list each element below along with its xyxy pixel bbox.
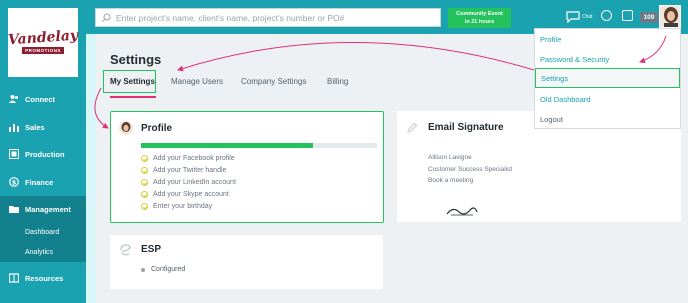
logo-subtitle: PROMOTIONS [22, 47, 64, 54]
sidebar-item-label: Sales [25, 122, 45, 132]
profile-todo-item[interactable]: Add your Facebook profile [141, 155, 235, 162]
menu-item-old-dashboard[interactable]: Old Dashboard [535, 89, 680, 109]
sidebar-subitem-dashboard[interactable]: Dashboard [0, 222, 86, 242]
tab-my-settings[interactable]: My Settings [110, 77, 155, 86]
sidebar-item-sales[interactable]: Sales [0, 114, 86, 140]
people-icon [9, 95, 18, 103]
signature-name: Allison Lavigne [428, 154, 472, 161]
esp-logo-icon [120, 244, 131, 256]
sidebar-item-label: Resources [25, 273, 64, 283]
tab-company-settings[interactable]: Company Settings [241, 77, 306, 86]
status-dot [141, 267, 145, 272]
avatar-image [664, 7, 678, 27]
svg-text:$: $ [12, 178, 17, 186]
pencil-icon [407, 122, 418, 133]
management-icon [9, 206, 19, 213]
check-circle-icon [141, 167, 148, 174]
profile-todo-item[interactable]: Add your Skype account [141, 191, 229, 198]
esp-card[interactable]: ESP Configured [110, 235, 383, 289]
check-circle-icon [141, 203, 148, 210]
sidebar-item-management[interactable]: Management [0, 196, 86, 222]
arrow-settings-to-tab [177, 42, 535, 72]
sidebar-item-label: Production [25, 149, 65, 159]
chat-icon [566, 10, 580, 23]
profile-progress-fill [141, 143, 314, 148]
sidebar-item-label: Management [25, 204, 71, 214]
menu-item-logout[interactable]: Logout [535, 109, 680, 129]
sidebar-item-label: Finance [25, 177, 54, 187]
arrow-tab-to-profile [94, 87, 109, 129]
check-circle-icon [141, 179, 148, 186]
community-event-button[interactable]: Community Event in 21 hours [448, 8, 511, 28]
community-event-time: in 21 hours [464, 19, 495, 25]
profile-todo-item[interactable]: Add your Twitter handle [141, 167, 226, 174]
tasks-check-icon[interactable] [622, 10, 633, 21]
profile-todo-item[interactable]: Add your LinkedIn account [141, 179, 236, 186]
sidebar-item-production[interactable]: Production [0, 141, 86, 167]
sidebar-item-label: Connect [25, 94, 55, 104]
notification-badge[interactable]: 109 [640, 12, 658, 23]
todo-label: Add your Facebook profile [153, 155, 235, 162]
sidebar-item-resources[interactable]: Resources [0, 265, 86, 291]
community-event-title: Community Event [456, 11, 503, 17]
menu-item-profile[interactable]: Profile [535, 29, 680, 49]
production-icon [9, 149, 19, 159]
bar-chart-icon [9, 124, 19, 132]
todo-label: Add your LinkedIn account [153, 179, 236, 186]
search-input[interactable] [116, 12, 436, 23]
profile-title: Profile [141, 123, 173, 134]
logo-wordmark: Vandelay [7, 27, 79, 49]
esp-status: Configured [141, 266, 185, 273]
sidebar-item-connect[interactable]: Connect [0, 86, 86, 112]
profile-todo-item[interactable]: Enter your birthday [141, 203, 212, 210]
esp-status-label: Configured [151, 266, 186, 273]
user-dropdown-menu: Profile Password & Security Settings Old… [534, 28, 681, 129]
menu-item-settings[interactable]: Settings [535, 68, 680, 88]
clock-icon[interactable] [601, 10, 612, 21]
check-circle-icon [141, 155, 148, 162]
profile-avatar [119, 121, 133, 135]
page-title: Settings [110, 52, 162, 67]
book-icon [9, 273, 19, 283]
dollar-icon: $ [9, 177, 19, 187]
sidebar-item-finance[interactable]: $ Finance [0, 169, 86, 195]
profile-card[interactable]: Profile Add your Facebook profile Add yo… [110, 111, 384, 223]
todo-label: Add your Twitter handle [153, 167, 227, 174]
signature-logo [446, 207, 478, 216]
chat-label: Chat [582, 13, 593, 20]
sidebar-subitem-analytics[interactable]: Analytics [0, 242, 86, 262]
user-avatar[interactable] [659, 5, 681, 28]
signature-role: Customer Success Specialist [428, 166, 513, 173]
company-logo[interactable]: Vandelay PROMOTIONS [7, 8, 79, 77]
tab-manage-users[interactable]: Manage Users [171, 77, 223, 86]
esp-title: ESP [141, 244, 162, 255]
todo-label: Add your Skype account [153, 191, 229, 198]
signature-link[interactable]: Book a meeting [428, 177, 473, 184]
search-bar[interactable] [95, 8, 441, 27]
menu-item-password-security[interactable]: Password & Security [535, 49, 680, 69]
sidebar: Vandelay PROMOTIONS Connect Sales Produc… [0, 0, 86, 303]
tab-billing[interactable]: Billing [327, 77, 348, 86]
active-tab-underline [110, 96, 156, 98]
email-signature-title: Email Signature [428, 122, 504, 133]
search-icon [102, 13, 111, 22]
profile-progress-bar [141, 143, 377, 148]
sidebar-edge [86, 28, 96, 303]
todo-label: Enter your birthday [153, 203, 213, 210]
check-circle-icon [141, 191, 148, 198]
chat-button[interactable]: Chat [566, 9, 595, 24]
